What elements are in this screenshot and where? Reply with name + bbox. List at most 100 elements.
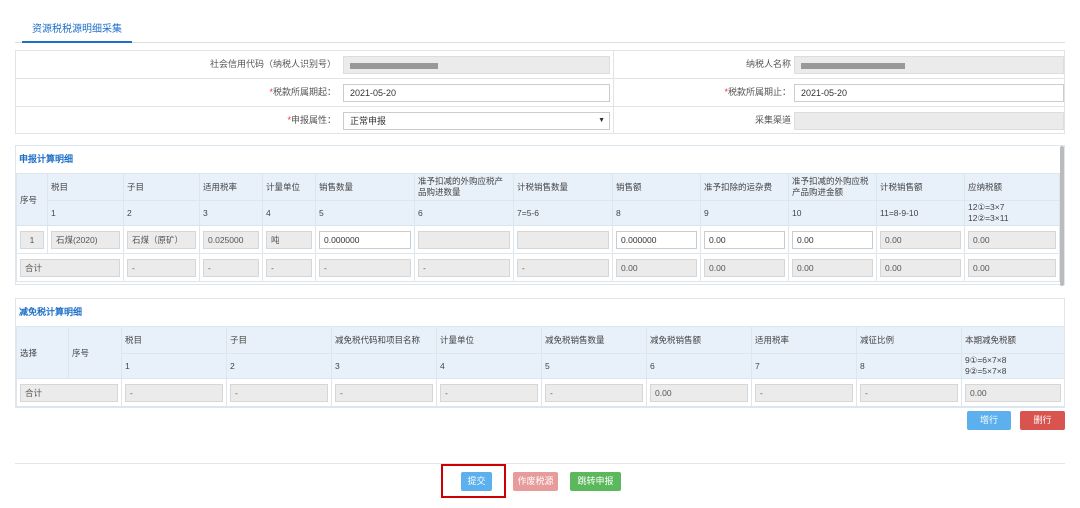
tab-resource-tax[interactable]: 资源税税源明细采集 bbox=[22, 23, 132, 43]
col-header: 税目 bbox=[121, 326, 227, 354]
col-formula: 7=5-6 bbox=[513, 200, 613, 226]
relief-table: 选择 序号 税目 子目 减免税代码和项目名称 计量单位 减免税销售数量 减免税销… bbox=[16, 326, 1065, 407]
total-cell: 0.00 bbox=[704, 258, 785, 277]
total-cell: - bbox=[125, 383, 223, 402]
submit-button[interactable]: 提交 bbox=[461, 472, 492, 491]
header-row-3: *申报属性： 正常申报 ▼ 采集渠道 bbox=[16, 107, 1064, 134]
goto-declare-button[interactable]: 跳转申报 bbox=[570, 472, 621, 491]
total-cell: - bbox=[860, 383, 958, 402]
col-header: 准予扣减的外购应税产品购进数量 bbox=[414, 173, 514, 201]
col-formula: 4 bbox=[436, 353, 542, 379]
total-cell: - bbox=[517, 258, 609, 277]
tax-item-field: 石煤(2020) bbox=[51, 230, 120, 249]
period-start-label: 税款所属期起： bbox=[272, 87, 336, 97]
total-cell: - bbox=[230, 383, 328, 402]
col-header: 计税销售数量 bbox=[513, 173, 613, 201]
total-cell: - bbox=[266, 258, 312, 277]
col-formula: 8 bbox=[612, 200, 701, 226]
relief-formula-row: 1 2 3 4 5 6 7 8 9①=6×7×8 9②=5×7×8 bbox=[17, 353, 1065, 379]
col-header: 计税销售额 bbox=[876, 173, 965, 201]
col-header: 计量单位 bbox=[436, 326, 542, 354]
col-header: 减免税代码和项目名称 bbox=[331, 326, 437, 354]
relief-header-row: 选择 序号 税目 子目 减免税代码和项目名称 计量单位 减免税销售数量 减免税销… bbox=[16, 326, 1065, 379]
total-cell: - bbox=[440, 383, 538, 402]
col-formula: 9①=6×7×8 9②=5×7×8 bbox=[961, 353, 1065, 379]
period-end-input[interactable]: 2021-05-20 bbox=[794, 84, 1064, 102]
total-cell: 0.00 bbox=[968, 258, 1056, 277]
col-formula: 5 bbox=[541, 353, 647, 379]
void-source-button[interactable]: 作废税源 bbox=[513, 472, 558, 491]
col-formula: 6 bbox=[646, 353, 752, 379]
total-cell: 0.00 bbox=[650, 383, 748, 402]
col-header: 准予扣除的运杂费 bbox=[700, 173, 789, 201]
purchase-amount-input[interactable]: 0.00 bbox=[792, 230, 873, 249]
declare-attr-value: 正常申报 bbox=[350, 116, 387, 126]
delete-row-button[interactable]: 删行 bbox=[1020, 411, 1065, 430]
period-start-input[interactable]: 2021-05-20 bbox=[343, 84, 610, 102]
add-row-button[interactable]: 增行 bbox=[967, 411, 1011, 430]
total-cell: - bbox=[755, 383, 853, 402]
tab-bar: 资源税税源明细采集 bbox=[15, 15, 1065, 43]
col-header: 计量单位 bbox=[262, 173, 316, 201]
total-cell: - bbox=[319, 258, 411, 277]
col-header: 适用税率 bbox=[199, 173, 263, 201]
masked-value bbox=[350, 63, 438, 69]
col-header: 选择 bbox=[16, 326, 69, 379]
col-header: 子目 bbox=[123, 173, 200, 201]
total-row: 合计 - - - - - - 0.00 0.00 0.00 0.00 0.00 bbox=[16, 253, 1060, 282]
channel-field bbox=[794, 112, 1064, 130]
col-formula: 3 bbox=[331, 353, 437, 379]
footer-divider bbox=[15, 463, 1065, 464]
channel-label: 采集渠道 bbox=[754, 115, 791, 125]
col-formula: 6 bbox=[414, 200, 514, 226]
header-form: 社会信用代码（纳税人识别号） 纳税人名称 *税款所属期起： 2021-05-20… bbox=[15, 50, 1065, 134]
col-formula: 4 bbox=[262, 200, 316, 226]
total-cell: 0.00 bbox=[792, 258, 873, 277]
vertical-scrollbar[interactable] bbox=[1060, 146, 1064, 286]
total-cell: - bbox=[335, 383, 433, 402]
sales-qty-input[interactable]: 0.000000 bbox=[319, 230, 411, 249]
col-formula: 1 bbox=[121, 353, 227, 379]
unit-field: 吨 bbox=[266, 230, 312, 249]
col-header: 应纳税额 bbox=[964, 173, 1060, 201]
col-formula: 3 bbox=[199, 200, 263, 226]
table-row: 1 石煤(2020) 石煤（原矿） 0.025000 吨 0.000000 0.… bbox=[16, 225, 1060, 254]
total-cell: - bbox=[545, 383, 643, 402]
col-formula: 2 bbox=[226, 353, 332, 379]
taxable-qty-field bbox=[517, 230, 609, 249]
dropdown-arrow-icon: ▼ bbox=[598, 117, 605, 124]
calc-table: 序号 税目 子目 适用税率 计量单位 销售数量 准予扣减的外购应税产品购进数量 … bbox=[16, 173, 1060, 282]
calc-panel: 申报计算明细 序号 税目 子目 适用税率 计量单位 销售数量 准予扣减的外购应税… bbox=[15, 145, 1065, 286]
col-header: 销售额 bbox=[612, 173, 701, 201]
declare-attr-label: 申报属性： bbox=[290, 115, 336, 125]
col-header: 本期减免税额 bbox=[961, 326, 1065, 354]
masked-value bbox=[801, 63, 905, 69]
total-label: 合计 bbox=[20, 258, 120, 277]
col-formula: 9 bbox=[700, 200, 789, 226]
taxpayer-name-field bbox=[794, 56, 1064, 74]
calc-section-title: 申报计算明细 bbox=[19, 154, 74, 164]
col-header: 税目 bbox=[47, 173, 124, 201]
col-formula: 7 bbox=[751, 353, 857, 379]
sales-amount-input[interactable]: 0.000000 bbox=[616, 230, 697, 249]
col-formula: 8 bbox=[856, 353, 962, 379]
col-header: 子目 bbox=[226, 326, 332, 354]
total-label: 合计 bbox=[20, 383, 118, 402]
declare-attr-select[interactable]: 正常申报 ▼ bbox=[343, 112, 610, 130]
col-header: 减征比例 bbox=[856, 326, 962, 354]
period-end-label: 税款所属期止： bbox=[727, 87, 791, 97]
row-index: 1 bbox=[20, 230, 44, 249]
col-header: 序号 bbox=[16, 173, 48, 226]
tax-payable-field: 0.00 bbox=[968, 230, 1056, 249]
col-formula: 5 bbox=[315, 200, 415, 226]
total-row: 合计 - - - - - 0.00 - - 0.00 bbox=[16, 378, 1065, 407]
credit-code-label: 社会信用代码（纳税人识别号） bbox=[209, 59, 336, 69]
col-header: 减免税销售数量 bbox=[541, 326, 647, 354]
freight-deduct-input[interactable]: 0.00 bbox=[704, 230, 785, 249]
taxpayer-name-label: 纳税人名称 bbox=[745, 59, 791, 69]
total-cell: 0.00 bbox=[616, 258, 697, 277]
col-formula: 11=8-9-10 bbox=[876, 200, 965, 226]
col-header: 序号 bbox=[68, 326, 122, 379]
header-row-2: *税款所属期起： 2021-05-20 *税款所属期止： 2021-05-20 bbox=[16, 79, 1064, 107]
col-header: 准予扣减的外购应税产品购进金额 bbox=[788, 173, 877, 201]
